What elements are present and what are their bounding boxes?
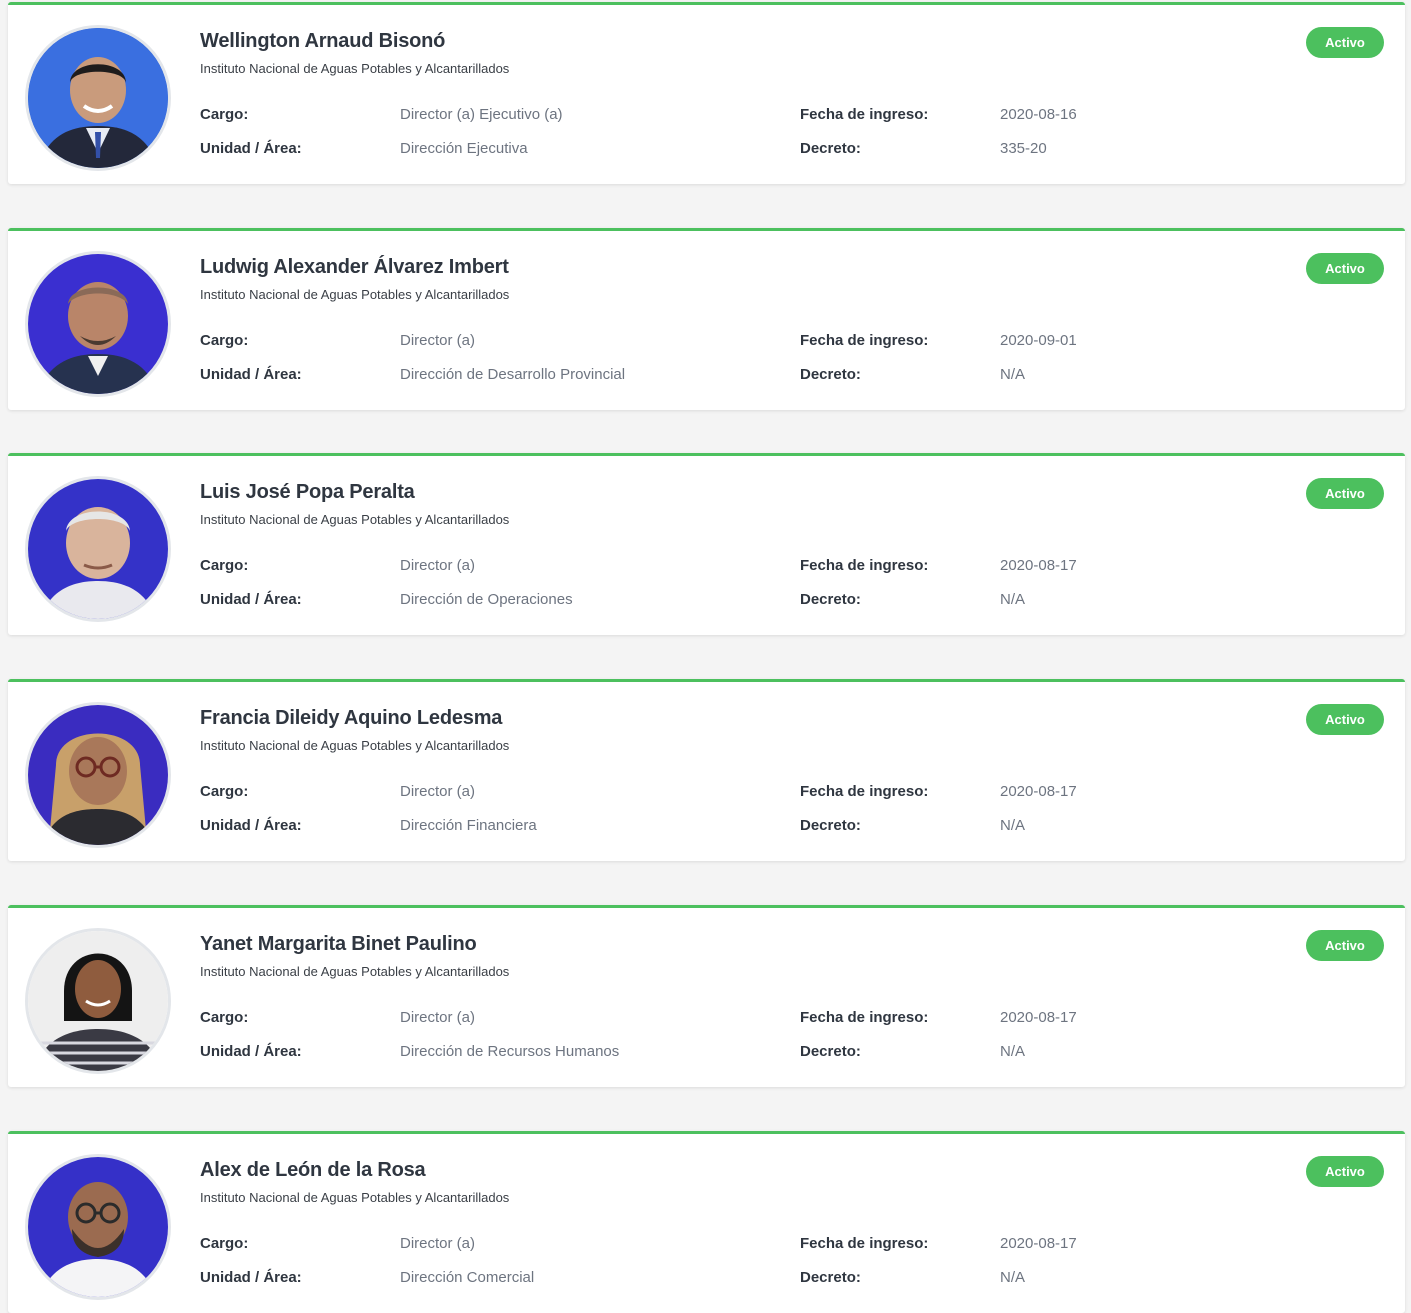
fecha-ingreso-value: 2020-08-17 [1000,783,1077,800]
fecha-ingreso-label: Fecha de ingreso: [800,783,929,800]
cargo-label: Cargo: [200,1009,249,1026]
decreto-value: 335-20 [1000,140,1047,157]
profile-photo-icon [25,702,171,848]
fecha-ingreso-value: 2020-08-17 [1000,1235,1077,1252]
decreto-value: N/A [1000,366,1026,383]
official-card: Yanet Margarita Binet Paulino Instituto … [8,905,1405,1087]
unidad-area-label: Unidad / Área: [200,817,302,834]
decreto-label: Decreto: [800,591,861,608]
unidad-area-label: Unidad / Área: [200,591,302,608]
decreto-label: Decreto: [800,1269,861,1286]
profile-photo-icon [25,928,171,1074]
profile-photo-icon [25,251,171,397]
cargo-value: Director (a) Ejecutivo (a) [400,106,563,123]
decreto-label: Decreto: [800,1043,861,1060]
official-card: Alex de León de la Rosa Instituto Nacion… [8,1131,1405,1313]
official-name: Wellington Arnaud Bisonó [200,30,446,52]
unidad-area-value: Dirección de Operaciones [400,591,573,608]
official-organization: Instituto Nacional de Aguas Potables y A… [200,964,510,979]
unidad-area-value: Dirección de Desarrollo Provincial [400,366,626,383]
official-card: Francia Dileidy Aquino Ledesma Instituto… [8,679,1405,861]
fecha-ingreso-value: 2020-08-17 [1000,557,1077,574]
profile-photo-icon [25,1154,171,1300]
fecha-ingreso-value: 2020-08-16 [1000,106,1077,123]
unidad-area-label: Unidad / Área: [200,366,302,383]
official-organization: Instituto Nacional de Aguas Potables y A… [200,738,510,753]
unidad-area-label: Unidad / Área: [200,1269,302,1286]
status-badge: Activo [1306,704,1384,735]
unidad-area-value: Dirección Ejecutiva [400,140,528,157]
decreto-label: Decreto: [800,366,861,383]
official-name: Ludwig Alexander Álvarez Imbert [200,256,509,278]
profile-photo-icon [25,476,171,622]
unidad-area-label: Unidad / Área: [200,1043,302,1060]
cargo-value: Director (a) [400,557,476,574]
fecha-ingreso-value: 2020-09-01 [1000,332,1077,349]
official-name: Luis José Popa Peralta [200,481,415,503]
cargo-value: Director (a) [400,1235,476,1252]
decreto-value: N/A [1000,1043,1026,1060]
fecha-ingreso-label: Fecha de ingreso: [800,332,929,349]
official-card: Ludwig Alexander Álvarez Imbert Institut… [8,228,1405,410]
official-organization: Instituto Nacional de Aguas Potables y A… [200,287,510,302]
decreto-label: Decreto: [800,817,861,834]
fecha-ingreso-label: Fecha de ingreso: [800,1235,929,1252]
cargo-label: Cargo: [200,332,249,349]
status-badge: Activo [1306,253,1384,284]
fecha-ingreso-value: 2020-08-17 [1000,1009,1077,1026]
unidad-area-value: Dirección de Recursos Humanos [400,1043,620,1060]
fecha-ingreso-label: Fecha de ingreso: [800,106,929,123]
cargo-label: Cargo: [200,1235,249,1252]
unidad-area-value: Dirección Comercial [400,1269,535,1286]
status-badge: Activo [1306,27,1384,58]
decreto-value: N/A [1000,1269,1026,1286]
status-badge: Activo [1306,1156,1384,1187]
official-name: Alex de León de la Rosa [200,1159,426,1181]
cargo-value: Director (a) [400,332,476,349]
fecha-ingreso-label: Fecha de ingreso: [800,1009,929,1026]
status-badge: Activo [1306,478,1384,509]
cargo-label: Cargo: [200,783,249,800]
cargo-label: Cargo: [200,106,249,123]
official-organization: Instituto Nacional de Aguas Potables y A… [200,61,510,76]
cargo-value: Director (a) [400,1009,476,1026]
cargo-value: Director (a) [400,783,476,800]
official-name: Yanet Margarita Binet Paulino [200,933,477,955]
cargo-label: Cargo: [200,557,249,574]
official-organization: Instituto Nacional de Aguas Potables y A… [200,1190,510,1205]
profile-photo-icon [25,25,171,171]
decreto-value: N/A [1000,591,1026,608]
unidad-area-label: Unidad / Área: [200,140,302,157]
official-name: Francia Dileidy Aquino Ledesma [200,707,503,729]
official-card: Luis José Popa Peralta Instituto Naciona… [8,453,1405,635]
status-badge: Activo [1306,930,1384,961]
official-organization: Instituto Nacional de Aguas Potables y A… [200,512,510,527]
decreto-value: N/A [1000,817,1026,834]
decreto-label: Decreto: [800,140,861,157]
fecha-ingreso-label: Fecha de ingreso: [800,557,929,574]
official-card: Wellington Arnaud Bisonó Instituto Nacio… [8,2,1405,184]
unidad-area-value: Dirección Financiera [400,817,537,834]
